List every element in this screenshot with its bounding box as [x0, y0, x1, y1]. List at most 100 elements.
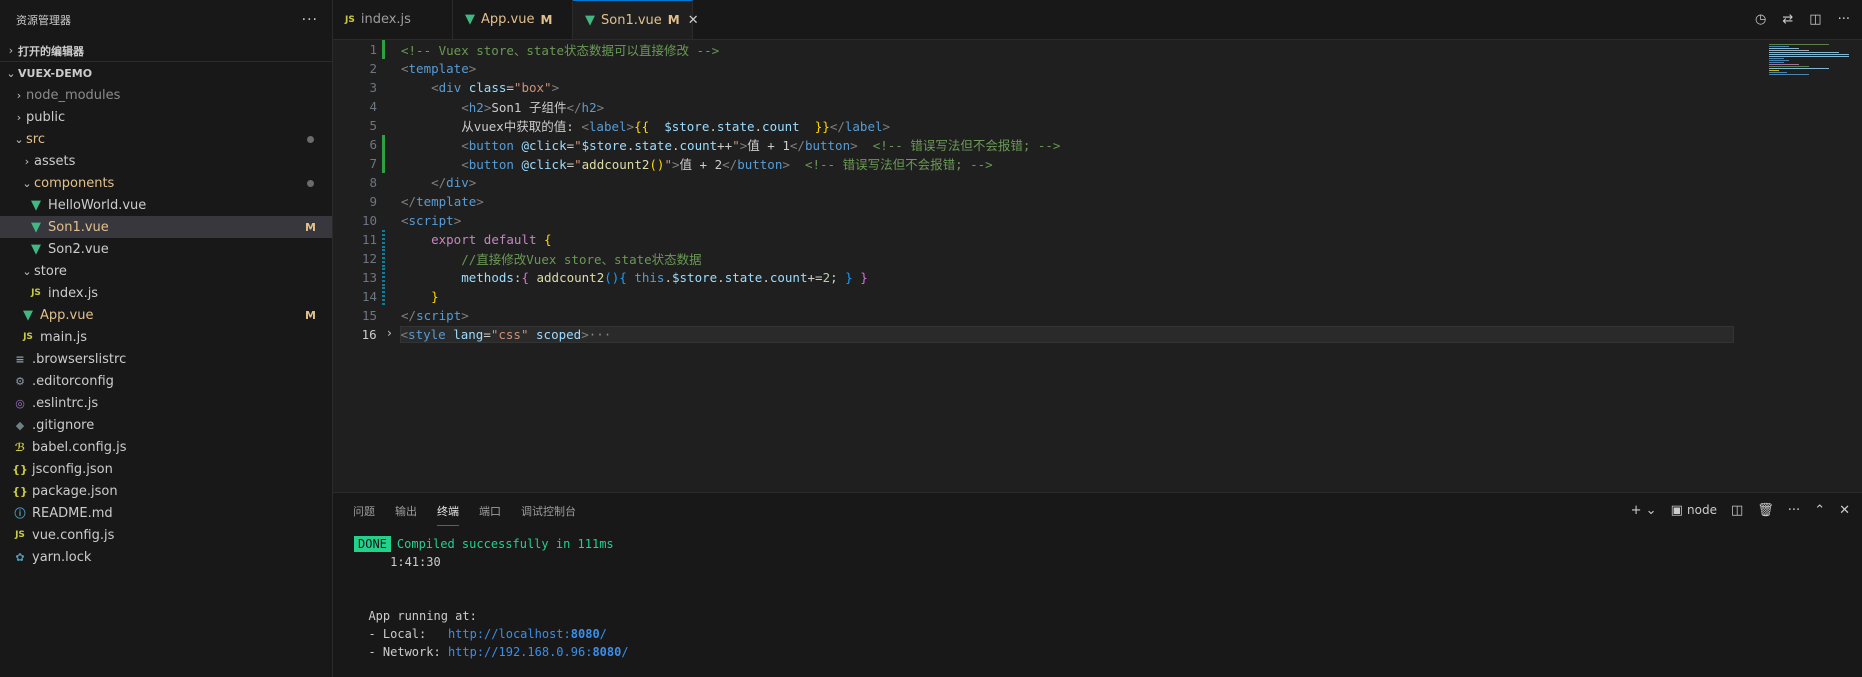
tree-item-label: store: [34, 263, 67, 279]
tree-item[interactable]: › public: [0, 106, 332, 128]
code-line[interactable]: 7 <button @click="addcount2()">值 + 2</bu…: [333, 154, 1733, 173]
panel-tab[interactable]: 输出: [395, 497, 417, 525]
tree-item[interactable]: ◆ .gitignore: [0, 414, 332, 436]
code-line[interactable]: 8 </div>: [333, 173, 1733, 192]
code-editor[interactable]: 1 <!-- Vuex store、state状态数据可以直接修改 --> 2 <te…: [333, 40, 1735, 492]
code-line[interactable]: 11 export default {: [333, 230, 1733, 249]
local-url-slash[interactable]: /: [600, 627, 607, 641]
code-line[interactable]: 4 <h2>Son1 子组件</h2>: [333, 97, 1733, 116]
tree-item-label: main.js: [40, 329, 87, 345]
network-url[interactable]: http://192.168.0.96:: [448, 645, 593, 659]
tree-item[interactable]: ◎ .eslintrc.js: [0, 392, 332, 414]
code-line[interactable]: 10 <script>: [333, 211, 1733, 230]
tree-item[interactable]: ⌄ components: [0, 172, 332, 194]
tree-item[interactable]: ⌄ src: [0, 128, 332, 150]
compiled-message: Compiled successfully in 111ms: [396, 537, 614, 551]
network-url-slash[interactable]: /: [621, 645, 628, 659]
json-icon: {}: [12, 484, 28, 498]
panel-tab[interactable]: 问题: [353, 497, 375, 525]
terminal-output[interactable]: DONE Compiled successfully in 111ms 1:41:…: [333, 529, 1862, 661]
chevron-right-icon: ›: [16, 110, 22, 124]
modified-line-marker: [382, 230, 385, 249]
code-text: //直接修改Vuex store、state状态数据: [461, 252, 702, 267]
terminal-line: DONE Compiled successfully in 111ms: [354, 535, 1862, 553]
yarn-icon: ✿: [15, 550, 25, 564]
new-terminal-icon[interactable]: + ⌄: [1631, 503, 1657, 518]
project-label: VUEX-DEMO: [18, 66, 93, 80]
tree-item-label: .browserslistrc: [32, 351, 127, 367]
code-line[interactable]: 6 <button @click="$store.state.count++">…: [333, 135, 1733, 154]
js-file-icon: JS: [31, 288, 41, 298]
tree-item-label: Son1.vue: [48, 219, 109, 235]
panel-tab[interactable]: 端口: [479, 497, 501, 525]
more-actions-icon[interactable]: ···: [302, 12, 318, 28]
code-line[interactable]: 14 }: [333, 287, 1733, 306]
code-line[interactable]: 12 //直接修改Vuex store、state状态数据: [333, 249, 1733, 268]
tree-item[interactable]: ℬbabel.config.js: [0, 436, 332, 458]
tree-item[interactable]: JS main.js: [0, 326, 332, 348]
added-line-marker: [382, 40, 385, 59]
trash-icon[interactable]: 🗑: [1757, 503, 1774, 518]
code-text: }: [431, 289, 439, 304]
tree-item[interactable]: ▼ App.vue M: [0, 304, 332, 326]
code-line[interactable]: 3 <div class="box">: [333, 78, 1733, 97]
gutter: [377, 306, 401, 325]
tab-index-js[interactable]: JS index.js: [333, 0, 453, 39]
line-number: 15: [361, 308, 377, 323]
split-terminal-icon[interactable]: ◫: [1731, 503, 1743, 518]
compile-time: 1:41:30: [390, 555, 441, 569]
tree-item[interactable]: ▼ Son1.vue M: [0, 216, 332, 238]
panel-tab[interactable]: 调试控制台: [521, 497, 576, 525]
project-section[interactable]: ⌄ VUEX-DEMO: [0, 62, 332, 84]
tree-item[interactable]: ✿ yarn.lock: [0, 546, 332, 568]
tree-item[interactable]: › node_modules: [0, 84, 332, 106]
local-url[interactable]: http://localhost:: [448, 627, 571, 641]
more-actions-icon[interactable]: ···: [1788, 503, 1800, 518]
panel-tab[interactable]: 终端: [437, 497, 459, 526]
tree-item[interactable]: ⓘ README.md: [0, 502, 332, 524]
tree-item[interactable]: JS index.js: [0, 282, 332, 304]
network-port[interactable]: 8080: [592, 645, 621, 659]
code-line[interactable]: 2 <template>: [333, 59, 1733, 78]
vue-icon: ▼: [31, 219, 41, 235]
line-number: 13: [361, 270, 377, 285]
code-line[interactable]: 9 </template>: [333, 192, 1733, 211]
compare-changes-icon[interactable]: ⇄: [1782, 12, 1793, 27]
code-text: <!-- Vuex store、state状态数据可以直接修改 -->: [401, 43, 720, 58]
tree-item[interactable]: ⚙ .editorconfig: [0, 370, 332, 392]
fold-chevron-icon[interactable]: ›: [386, 326, 393, 340]
code-line[interactable]: 16 › <style lang="css" scoped>···: [333, 325, 1735, 344]
maximize-panel-icon[interactable]: ⌃: [1814, 503, 1825, 518]
more-actions-icon[interactable]: ···: [1838, 12, 1850, 27]
tree-item[interactable]: ▼ HelloWorld.vue: [0, 194, 332, 216]
minimap-line: [1769, 58, 1784, 59]
tree-item[interactable]: {} package.json: [0, 480, 332, 502]
tab-app-vue[interactable]: ▼ App.vue M: [453, 0, 573, 39]
close-panel-icon[interactable]: ✕: [1839, 503, 1850, 518]
minimap-line: [1769, 68, 1829, 69]
terminal-profile[interactable]: ▣ node: [1671, 503, 1717, 518]
code-line[interactable]: 1 <!-- Vuex store、state状态数据可以直接修改 -->: [333, 40, 1733, 59]
tree-item[interactable]: JS vue.config.js: [0, 524, 332, 546]
tree-item[interactable]: ≡ .browserslistrc: [0, 348, 332, 370]
split-editor-icon[interactable]: ◫: [1809, 12, 1821, 27]
tree-item[interactable]: ⌄ store: [0, 260, 332, 282]
minimap-line: [1769, 64, 1799, 65]
tab-son1-vue[interactable]: ▼ Son1.vue M ✕: [573, 0, 699, 39]
code-line[interactable]: 5 从vuex中获取的值: <label>{{ $store.state.cou…: [333, 116, 1733, 135]
local-port[interactable]: 8080: [571, 627, 600, 641]
tree-item-label: yarn.lock: [32, 549, 92, 565]
code-line[interactable]: 15 </script>: [333, 306, 1733, 325]
gutter: [377, 249, 401, 268]
code-line[interactable]: 13 methods:{ addcount2(){ this.$store.st…: [333, 268, 1733, 287]
close-icon[interactable]: ✕: [688, 13, 699, 28]
tree-item[interactable]: {} jsconfig.json: [0, 458, 332, 480]
minimap-line: [1769, 46, 1789, 47]
tree-item[interactable]: ▼ Son2.vue: [0, 238, 332, 260]
minimap[interactable]: [1757, 40, 1857, 492]
editor-scrollbar[interactable]: [1857, 40, 1862, 492]
chevron-down-icon: ⌄: [22, 176, 32, 190]
timeline-icon[interactable]: ◷: [1755, 12, 1766, 27]
open-editors-section[interactable]: › 打开的编辑器: [0, 40, 332, 62]
tree-item[interactable]: › assets: [0, 150, 332, 172]
